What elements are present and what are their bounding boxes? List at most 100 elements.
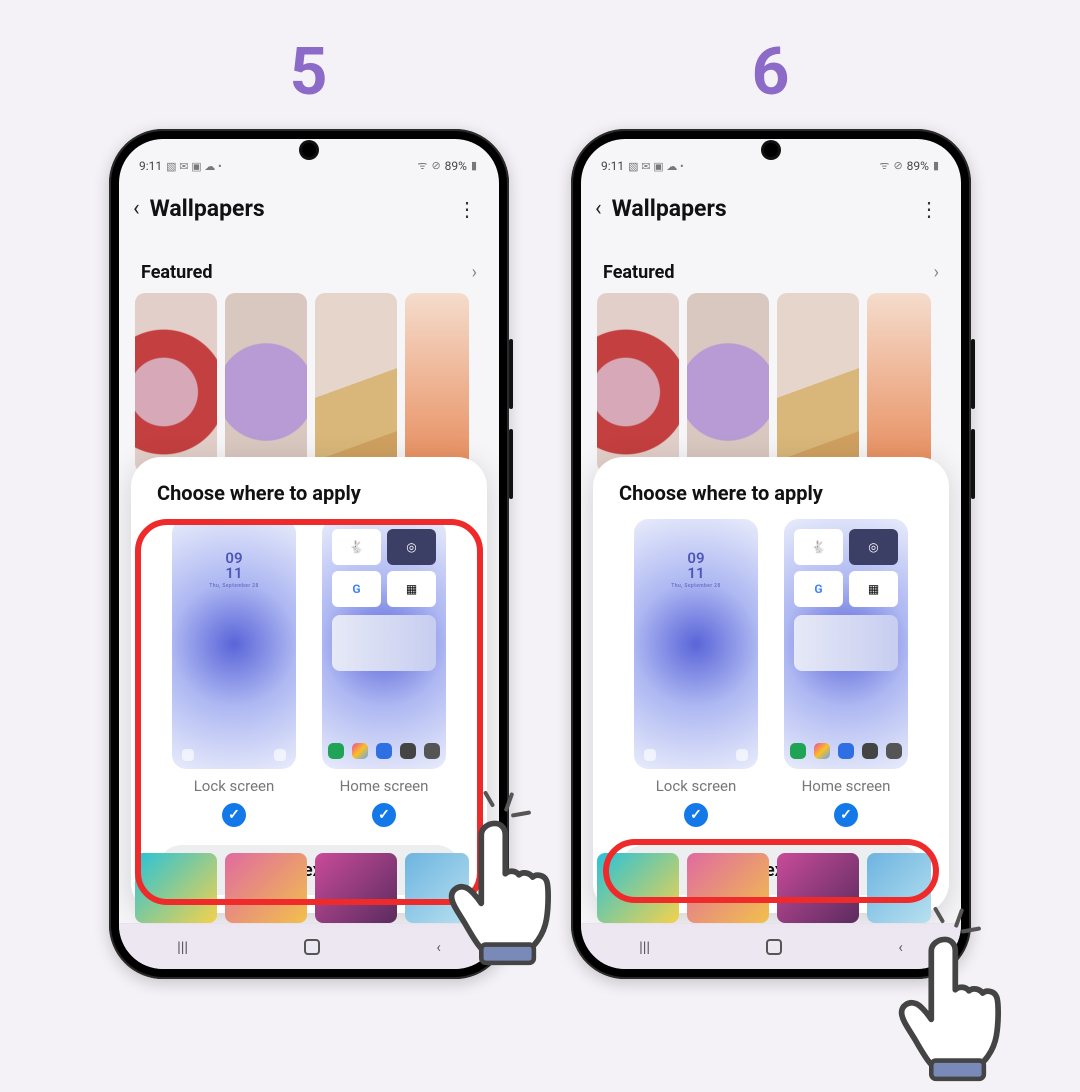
dock-icon xyxy=(400,743,416,759)
option-lock-label: Lock screen xyxy=(656,777,737,795)
check-icon[interactable]: ✓ xyxy=(372,803,396,827)
check-icon[interactable]: ✓ xyxy=(834,803,858,827)
wallpaper-thumb[interactable] xyxy=(225,853,307,923)
nav-back-icon[interactable]: ‹ xyxy=(436,938,441,956)
featured-thumbnails xyxy=(119,293,499,473)
widget-icon: 🐇 xyxy=(794,529,843,565)
no-sim-icon: ⊘ xyxy=(893,159,902,172)
camera-hole xyxy=(302,143,316,157)
option-home-label: Home screen xyxy=(802,777,891,795)
nav-recent-icon[interactable]: ||| xyxy=(177,938,188,956)
wifi-icon: ᯤ xyxy=(417,158,427,173)
widget-wide xyxy=(794,615,898,671)
wallpaper-thumb[interactable] xyxy=(687,293,769,473)
nav-home-icon[interactable] xyxy=(304,939,320,955)
nav-recent-icon[interactable]: ||| xyxy=(639,938,650,956)
lower-thumbs xyxy=(119,843,485,923)
widget-icon: ▦ xyxy=(387,571,436,607)
option-home-label: Home screen xyxy=(340,777,429,795)
wallpaper-thumb[interactable] xyxy=(405,853,469,923)
system-nav-bar: ||| ‹ xyxy=(581,923,961,969)
widget-icon: ◎ xyxy=(387,529,436,565)
battery-icon: ▮ xyxy=(933,159,939,172)
screen: 9:11 ▧ ✉ ▣ ☁ • ᯤ ⊘ 89% ▮ ‹ Wallpapers ⋮ xyxy=(581,139,961,969)
dock-icon xyxy=(376,743,392,759)
widget-icon: 🐇 xyxy=(332,529,381,565)
page-title: Wallpapers xyxy=(612,195,909,222)
dock-icon xyxy=(328,743,344,759)
dock-icon xyxy=(838,743,854,759)
option-home-screen[interactable]: 🐇 ◎ G ▦ xyxy=(322,519,446,827)
more-icon[interactable]: ⋮ xyxy=(457,197,481,221)
status-time: 9:11 xyxy=(601,159,624,173)
status-time: 9:11 xyxy=(139,159,162,173)
widget-icon: G xyxy=(794,571,843,607)
option-home-screen[interactable]: 🐇 ◎ G ▦ xyxy=(784,519,908,827)
wallpaper-thumb[interactable] xyxy=(867,293,931,473)
check-icon[interactable]: ✓ xyxy=(222,803,246,827)
wallpaper-thumb[interactable] xyxy=(135,853,217,923)
featured-thumbnails xyxy=(581,293,961,473)
widget-wide xyxy=(332,615,436,671)
wallpaper-thumb[interactable] xyxy=(687,853,769,923)
featured-row[interactable]: Featured › xyxy=(119,228,499,293)
dock-icon xyxy=(352,743,368,759)
lock-preview: 09 11 Thu, September 28 xyxy=(172,519,296,769)
featured-row[interactable]: Featured › xyxy=(581,228,961,293)
dock-icon xyxy=(886,743,902,759)
lock-clock-min: 11 xyxy=(225,564,242,582)
dock-icon xyxy=(814,743,830,759)
option-lock-label: Lock screen xyxy=(194,777,275,795)
lock-preview: 09 11 Thu, September 28 xyxy=(634,519,758,769)
lock-clock-date: Thu, September 28 xyxy=(172,584,296,589)
widget-icon: G xyxy=(332,571,381,607)
wallpaper-thumb[interactable] xyxy=(315,853,397,923)
camera-hole xyxy=(764,143,778,157)
wallpaper-thumb[interactable] xyxy=(777,293,859,473)
page-title: Wallpapers xyxy=(150,195,447,222)
wallpaper-thumb[interactable] xyxy=(597,293,679,473)
option-lock-screen[interactable]: 09 11 Thu, September 28 Lock screen ✓ xyxy=(172,519,296,827)
featured-label: Featured xyxy=(141,262,213,283)
status-left-icons: ▧ ✉ ▣ ☁ • xyxy=(166,160,222,173)
dock-icon xyxy=(790,743,806,759)
check-icon[interactable]: ✓ xyxy=(684,803,708,827)
screen: 9:11 ▧ ✉ ▣ ☁ • ᯤ ⊘ 89% ▮ ‹ Wallpapers ⋮ xyxy=(119,139,499,969)
wallpaper-thumb[interactable] xyxy=(405,293,469,473)
option-lock-screen[interactable]: 09 11 Thu, September 28 Lock screen ✓ xyxy=(634,519,758,827)
step-number-5: 5 xyxy=(290,34,329,111)
status-left-icons: ▧ ✉ ▣ ☁ • xyxy=(628,160,684,173)
battery-percent: 89% xyxy=(445,159,467,173)
phone-frame: 9:11 ▧ ✉ ▣ ☁ • ᯤ ⊘ 89% ▮ ‹ Wallpapers ⋮ xyxy=(571,129,971,979)
wallpaper-thumb[interactable] xyxy=(225,293,307,473)
widget-icon: ◎ xyxy=(849,529,898,565)
back-icon[interactable]: ‹ xyxy=(595,196,602,221)
step-number-6: 6 xyxy=(752,34,791,111)
dock-icon xyxy=(424,743,440,759)
lower-thumbs xyxy=(581,843,947,923)
nav-back-icon[interactable]: ‹ xyxy=(898,938,903,956)
chevron-right-icon: › xyxy=(472,262,477,283)
no-sim-icon: ⊘ xyxy=(431,159,440,172)
chevron-right-icon: › xyxy=(934,262,939,283)
dialog-title: Choose where to apply xyxy=(609,481,933,519)
phone-frame: 9:11 ▧ ✉ ▣ ☁ • ᯤ ⊘ 89% ▮ ‹ Wallpapers ⋮ xyxy=(109,129,509,979)
nav-home-icon[interactable] xyxy=(766,939,782,955)
wifi-icon: ᯤ xyxy=(879,158,889,173)
battery-percent: 89% xyxy=(907,159,929,173)
wallpaper-thumb[interactable] xyxy=(135,293,217,473)
wallpaper-thumb[interactable] xyxy=(867,853,931,923)
wallpaper-thumb[interactable] xyxy=(597,853,679,923)
wallpaper-thumb[interactable] xyxy=(315,293,397,473)
tap-spark xyxy=(931,910,977,956)
back-icon[interactable]: ‹ xyxy=(133,196,140,221)
lock-clock-min: 11 xyxy=(687,564,704,582)
more-icon[interactable]: ⋮ xyxy=(919,197,943,221)
tap-spark xyxy=(481,794,527,840)
system-nav-bar: ||| ‹ xyxy=(119,923,499,969)
lock-clock-date: Thu, September 28 xyxy=(634,584,758,589)
wallpaper-thumb[interactable] xyxy=(777,853,859,923)
dock-icon xyxy=(862,743,878,759)
home-preview: 🐇 ◎ G ▦ xyxy=(322,519,446,769)
home-preview: 🐇 ◎ G ▦ xyxy=(784,519,908,769)
